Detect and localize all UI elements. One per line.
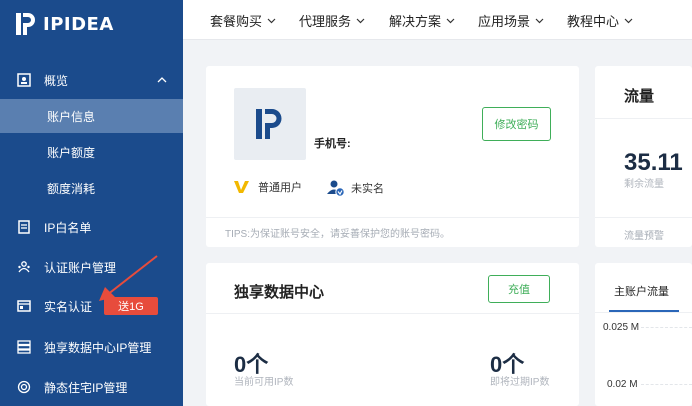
phone-label: 手机号: (314, 138, 351, 150)
y-tick-label: 0.02 M (607, 379, 638, 390)
traffic-value: 35.11 (624, 149, 683, 176)
sidebar-item-label: 实名认证 (44, 299, 93, 314)
chevron-down-icon (624, 18, 633, 23)
sidebar-sub-account-info[interactable]: 账户信息 (0, 99, 183, 133)
sidebar-sub-quota-usage[interactable]: 额度消耗 (0, 171, 183, 205)
vip-v-icon (234, 181, 249, 193)
id-card-icon (17, 299, 31, 313)
globe-icon (17, 380, 31, 394)
topnav-menu-label: 应用场景 (478, 13, 531, 29)
avatar (234, 88, 306, 160)
topnav-menu-label: 教程中心 (567, 13, 620, 29)
sidebar-sub-label: 账户额度 (47, 145, 96, 160)
traffic-card: 流量 35.11 剩余流量 流量预警 (595, 66, 692, 247)
server-icon (17, 340, 31, 354)
grid-line (641, 327, 692, 328)
topnav-menu-tutorials[interactable]: 教程中心 (567, 0, 633, 40)
annotation-arrow-icon (99, 255, 158, 301)
user-type-tag: 普通用户 (234, 179, 302, 195)
chevron-down-icon (267, 18, 276, 23)
divider (595, 312, 692, 313)
sidebar-item-ip-whitelist[interactable]: IP白名单 (0, 209, 183, 245)
traffic-chart-card: 主账户流量 0.025 M 0.02 M (595, 263, 692, 406)
sidebar-item-static-residential[interactable]: 静态住宅IP管理 (0, 369, 183, 405)
change-password-button[interactable]: 修改密码 (482, 107, 551, 141)
verify-status-label: 未实名 (351, 183, 384, 195)
overview-icon (17, 73, 31, 87)
sidebar-item-datacenter-ip[interactable]: 独享数据中心IP管理 (0, 329, 183, 365)
tab-main-account-traffic[interactable]: 主账户流量 (614, 283, 669, 299)
chevron-down-icon (535, 18, 544, 23)
topnav-menu-label: 解决方案 (389, 13, 442, 29)
sidebar-item-overview[interactable]: 概览 (0, 62, 183, 98)
topnav-menu-label: 套餐购买 (210, 13, 263, 29)
sidebar-item-label: IP白名单 (44, 220, 92, 235)
sidebar-item-label: 独享数据中心IP管理 (44, 340, 152, 355)
sidebar: IPIDEA 概览 账户信息 账户额度 额度消耗 IP白名单 认证账户管理 实名… (0, 0, 183, 406)
gift-badge: 送1G (104, 297, 158, 315)
topnav-menu-proxy[interactable]: 代理服务 (299, 0, 365, 40)
chevron-down-icon (446, 18, 455, 23)
traffic-title: 流量 (624, 88, 655, 105)
sidebar-item-label: 概览 (44, 73, 69, 88)
divider (206, 313, 579, 314)
verify-status-tag: 未实名 (327, 179, 384, 197)
chevron-down-icon (356, 18, 365, 23)
logo-icon (16, 13, 36, 35)
logo-icon (256, 109, 282, 139)
topnav-menu-solutions[interactable]: 解决方案 (389, 0, 455, 40)
brand-logo[interactable]: IPIDEA (16, 12, 114, 36)
datacenter-card: 独享数据中心 充值 0个 当前可用IP数 0个 即将过期IP数 (206, 263, 579, 406)
users-icon (17, 260, 31, 274)
sidebar-sub-label: 额度消耗 (47, 181, 96, 196)
security-tips: TIPS:为保证账号安全，请妥善保护您的账号密码。 (206, 217, 579, 247)
topnav-menu-label: 代理服务 (299, 13, 352, 29)
sidebar-sub-label: 账户信息 (47, 109, 96, 124)
traffic-warning-label[interactable]: 流量预警 (624, 227, 664, 242)
sidebar-item-label: 静态住宅IP管理 (44, 380, 128, 395)
document-icon (17, 220, 31, 234)
user-type-label: 普通用户 (258, 182, 302, 194)
current-ip-label: 当前可用IP数 (234, 377, 294, 388)
datacenter-title: 独享数据中心 (234, 284, 325, 301)
expiring-ip-label: 即将过期IP数 (490, 377, 550, 388)
recharge-button[interactable]: 充值 (488, 275, 550, 303)
sidebar-sub-account-quota[interactable]: 账户额度 (0, 135, 183, 169)
grid-line (641, 384, 692, 385)
brand-name: IPIDEA (43, 13, 114, 35)
user-verify-icon (327, 180, 345, 197)
account-info-card: 手机号: 修改密码 普通用户 未实名 TIPS:为保证账号安全，请妥善保护您的账… (206, 66, 579, 247)
remaining-traffic-label: 剩余流量 (624, 179, 664, 190)
topnav-menu-scenarios[interactable]: 应用场景 (478, 0, 544, 40)
topnav-menu-packages[interactable]: 套餐购买 (210, 0, 276, 40)
divider (595, 118, 692, 119)
chevron-up-icon (157, 74, 167, 84)
divider (595, 217, 692, 218)
y-tick-label: 0.025 M (603, 322, 640, 333)
top-navigation: 套餐购买 代理服务 解决方案 应用场景 教程中心 (183, 0, 692, 40)
